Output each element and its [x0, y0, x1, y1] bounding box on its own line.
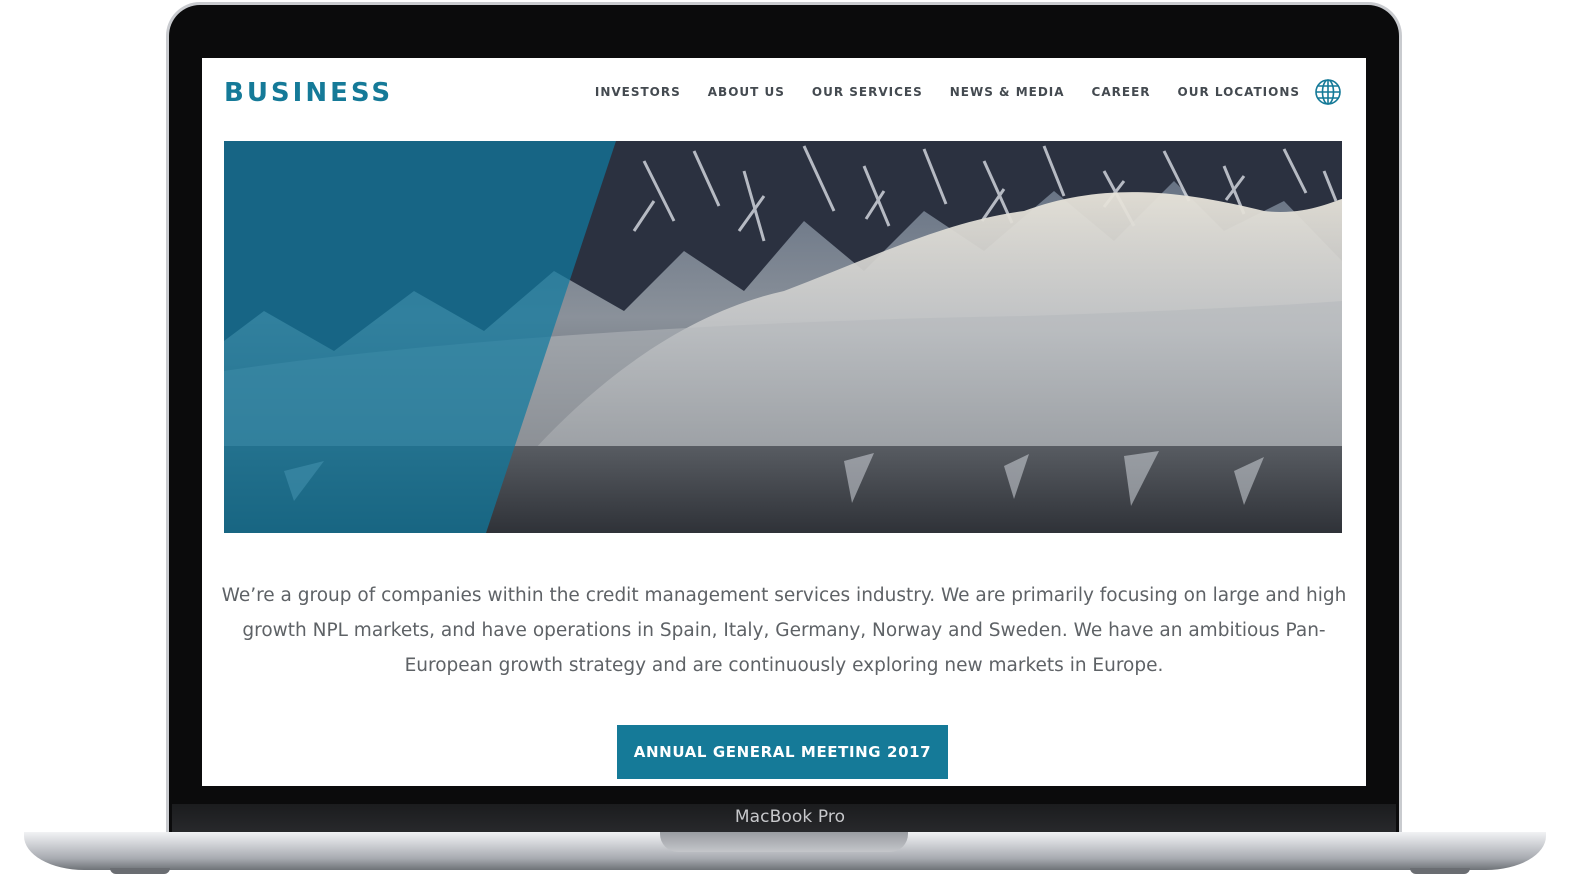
laptop-notch — [660, 832, 908, 852]
site-logo[interactable]: BUSINESS — [224, 78, 393, 108]
laptop-screen: BUSINESS INVESTORS ABOUT US OUR SERVICES… — [202, 58, 1366, 786]
laptop-foot-right — [1410, 868, 1470, 874]
company-intro: We’re a group of companies within the cr… — [221, 585, 1347, 676]
nav-about-us[interactable]: ABOUT US — [708, 85, 785, 99]
nav-news-media[interactable]: NEWS & MEDIA — [950, 85, 1065, 99]
laptop-foot-left — [110, 868, 170, 874]
globe-icon[interactable] — [1314, 78, 1342, 106]
device-model-label: MacBook Pro — [734, 807, 846, 827]
annual-general-meeting-button[interactable]: ANNUAL GENERAL MEETING 2017 — [617, 725, 948, 779]
nav-investors[interactable]: INVESTORS — [595, 85, 681, 99]
nav-our-services[interactable]: OUR SERVICES — [812, 85, 923, 99]
main-nav: INVESTORS ABOUT US OUR SERVICES NEWS & M… — [568, 85, 1300, 99]
nav-our-locations[interactable]: OUR LOCATIONS — [1178, 85, 1300, 99]
nav-career[interactable]: CAREER — [1092, 85, 1151, 99]
hero-image — [224, 141, 1342, 533]
